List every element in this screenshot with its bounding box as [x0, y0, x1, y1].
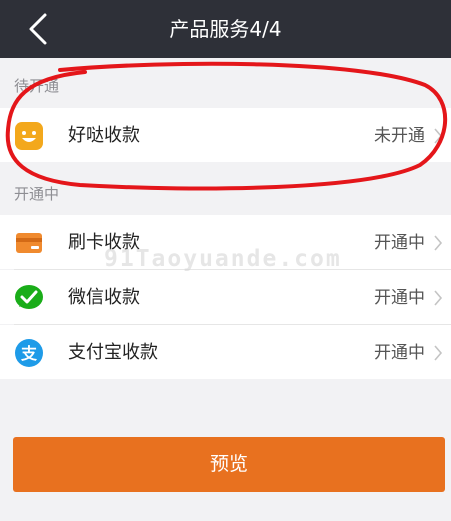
service-row-wechat[interactable]: 微信收款 开通中 [0, 270, 451, 324]
page-title: 产品服务4/4 [169, 17, 282, 41]
svg-text:支: 支 [20, 344, 38, 363]
alipay-icon: 支 [15, 339, 43, 367]
preview-button[interactable]: 预览 [13, 437, 445, 492]
chevron-right-icon [434, 290, 443, 306]
chevron-right-icon [434, 345, 443, 361]
service-label: 微信收款 [68, 287, 140, 308]
card-icon [16, 233, 42, 253]
chevron-right-icon [434, 235, 443, 251]
service-row-haoda[interactable]: 好哒收款 未开通 [0, 108, 451, 162]
service-status: 开通中 [374, 288, 425, 308]
chevron-right-icon [434, 128, 443, 144]
watermark-text: 91Taoyuande.com [104, 246, 342, 272]
service-status: 开通中 [374, 343, 425, 363]
service-label: 好哒收款 [68, 125, 140, 146]
service-status: 开通中 [374, 233, 425, 253]
top-nav-bar: 产品服务4/4 [0, 0, 451, 58]
wechat-check-icon [15, 285, 43, 309]
service-row-alipay[interactable]: 支 支付宝收款 开通中 [0, 325, 451, 379]
section-label-not-open: 待开通 [14, 77, 60, 95]
section-label-open: 开通中 [14, 185, 60, 203]
haoda-face-icon [15, 122, 43, 150]
service-label: 支付宝收款 [68, 342, 158, 363]
service-status: 未开通 [374, 126, 425, 146]
